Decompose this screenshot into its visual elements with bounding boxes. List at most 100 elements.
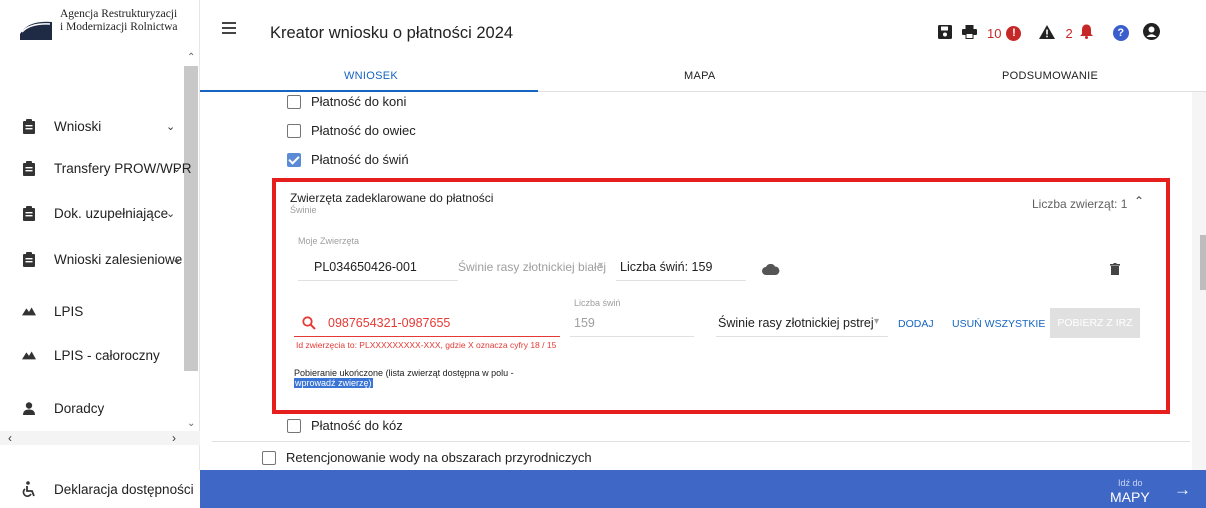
checkbox-label: Płatność do kóz (311, 418, 403, 433)
checkbox-retencja[interactable] (262, 450, 276, 465)
chevron-down-icon: ⌄ (172, 253, 182, 266)
logo-line1: Agencja Restrukturyzacji (60, 8, 178, 20)
checkbox-row-swinie[interactable]: Płatność do świń (287, 152, 409, 167)
checkbox-swinie[interactable] (287, 152, 301, 167)
account-icon[interactable] (1142, 23, 1160, 43)
warning-icon[interactable] (1039, 24, 1056, 42)
save-icon[interactable] (938, 24, 952, 42)
checkbox-row-konie[interactable]: Płatność do koni (287, 94, 406, 109)
sidebar-item-wnioski-zalesieniowe[interactable]: Wnioski zalesieniowe ⌄ (0, 244, 184, 274)
clipboard-icon (22, 118, 36, 134)
person-icon (22, 400, 36, 416)
my-animals-label: Moje Zwierzęta (298, 236, 360, 246)
pigs-count-underline (616, 280, 746, 281)
warning-count[interactable]: 2 (1065, 26, 1072, 41)
sidebar-item-transfery[interactable]: Transfery PROW/WPR ⌄ (0, 153, 192, 183)
error-icon[interactable]: ! (1006, 25, 1022, 41)
sidebar-item-label: Deklaracja dostępności (54, 482, 194, 497)
arrow-right-icon[interactable]: → (1174, 480, 1191, 500)
checkbox-row-owce[interactable]: Płatność do owiec (287, 123, 416, 138)
cloud-icon[interactable] (762, 262, 780, 280)
checkbox-owce[interactable] (287, 123, 301, 138)
dropdown-arrow-icon: ▾ (598, 260, 604, 271)
tab-wniosek[interactable]: WNIOSEK (344, 70, 398, 82)
checkbox-label: Płatność do koni (311, 94, 407, 109)
remove-all-button[interactable]: USUŃ WSZYSTKIE (952, 318, 1045, 330)
search-underline (294, 336, 560, 337)
search-icon (302, 316, 316, 335)
tab-mapa[interactable]: MAPA (684, 70, 716, 82)
sidebar-item-deklaracja[interactable]: Deklaracja dostępności (0, 470, 200, 508)
breed-underline (716, 336, 888, 337)
main-scroll-thumb[interactable] (1200, 235, 1206, 290)
animal-id: PL034650426-001 (314, 260, 417, 274)
menu-icon[interactable] (222, 22, 236, 34)
dropdown-arrow-icon[interactable]: ▾ (874, 316, 879, 327)
error-hint: Id zwierzęcia to: PLXXXXXXXXX-XXX, gdzie… (296, 340, 557, 350)
tab-podsumowanie[interactable]: PODSUMOWANIE (1002, 70, 1098, 82)
count-field-label: Liczba świń (574, 298, 621, 308)
sidebar-item-label: Dok. uzupełniające (54, 205, 169, 221)
sidebar-item-doradcy[interactable]: Doradcy (0, 393, 184, 423)
checkbox-label: Płatność do owiec (311, 123, 416, 138)
sidebar-item-label: LPIS (54, 303, 84, 319)
toolbar-icons: 10 ! 2 ? (938, 22, 1160, 44)
animal-search-input[interactable]: 0987654321-0987655 (328, 316, 450, 330)
sidebar-scroll-thumb[interactable] (184, 66, 198, 371)
fetch-irz-button[interactable]: POBIERZ Z IRZ (1050, 308, 1140, 338)
chevron-down-icon: ⌄ (166, 120, 176, 133)
checkbox-row-kozy[interactable]: Płatność do kóz (287, 418, 403, 433)
bottom-bar: Idź do MAPY → (200, 470, 1206, 508)
checkbox-konie[interactable] (287, 94, 301, 109)
sidebar-item-lpis[interactable]: LPIS (0, 296, 184, 326)
clipboard-icon (22, 160, 36, 176)
chevron-down-icon: ⌄ (172, 162, 182, 175)
sidebar-item-label: LPIS - całoroczny (54, 347, 160, 363)
bell-icon[interactable] (1079, 24, 1093, 42)
error-count[interactable]: 10 (987, 26, 1001, 41)
sidebar-item-label: Doradcy (54, 400, 105, 416)
scroll-up-icon[interactable]: ⌃ (187, 52, 195, 63)
checkbox-label: Retencjonowanie wody na obszarach przyro… (286, 450, 592, 465)
panel-subtitle: Świnie (290, 205, 317, 215)
scroll-down-icon[interactable]: ⌄ (187, 418, 195, 429)
accessibility-icon (22, 481, 36, 502)
checkbox-kozy[interactable] (287, 418, 301, 433)
panel-title: Zwierzęta zadeklarowane do płatności (290, 191, 494, 205)
add-button[interactable]: DODAJ (898, 318, 934, 330)
print-icon[interactable] (962, 24, 977, 42)
sidebar-item-wnioski[interactable]: Wnioski ⌄ (0, 111, 184, 141)
sidebar-item-dok-uzupelniajace[interactable]: Dok. uzupełniające ⌄ (0, 198, 184, 228)
sidebar-item-lpis-caloroczny[interactable]: LPIS - całoroczny (0, 340, 184, 370)
mountain-icon (22, 347, 36, 363)
count-underline (570, 336, 694, 337)
breed-select[interactable]: Świnie rasy złotnickiej pstrej (718, 316, 874, 330)
scroll-left-icon[interactable]: ‹ (8, 431, 12, 445)
sidebar-item-label: Wnioski (54, 118, 102, 134)
status-message: Pobieranie ukończone (lista zwierząt dos… (294, 368, 514, 378)
logo-line2: i Modernizacji Rolnictwa (60, 21, 178, 33)
scroll-right-icon[interactable]: › (172, 431, 176, 445)
help-icon[interactable]: ? (1112, 25, 1129, 41)
goto-map-button[interactable]: MAPY (1110, 489, 1150, 505)
clipboard-icon (22, 251, 36, 267)
animal-count: Liczba zwierząt: 1 (1032, 197, 1128, 211)
pigs-count: Liczba świń: 159 (620, 260, 713, 274)
arimr-logo (18, 10, 54, 42)
status-message-highlight: wprowadź zwierzę) (294, 378, 373, 388)
count-field-input[interactable]: 159 (574, 316, 595, 330)
sidebar-item-label: Transfery PROW/WPR (54, 160, 192, 176)
checkbox-row-retencja[interactable]: Retencjonowanie wody na obszarach przyro… (262, 450, 592, 465)
sidebar-horizontal-scrollbar[interactable]: ‹ › (0, 431, 200, 445)
top-bar: Kreator wniosku o płatności 2024 10 ! 2 … (200, 0, 1206, 64)
divider (212, 441, 1190, 442)
animal-breed: Świnie rasy złotnickiej białej (458, 260, 607, 274)
animal-id-underline (298, 280, 458, 281)
trash-icon[interactable] (1110, 262, 1120, 280)
declared-animals-panel: Zwierzęta zadeklarowane do płatności Świ… (272, 178, 1170, 414)
tab-bar: WNIOSEK MAPA PODSUMOWANIE (200, 64, 1206, 92)
sidebar: Agencja Restrukturyzacji i Modernizacji … (0, 0, 200, 508)
chevron-up-icon[interactable]: ⌃ (1134, 194, 1144, 208)
logo-text: Agencja Restrukturyzacji i Modernizacji … (60, 8, 178, 34)
page-title: Kreator wniosku o płatności 2024 (270, 24, 514, 42)
